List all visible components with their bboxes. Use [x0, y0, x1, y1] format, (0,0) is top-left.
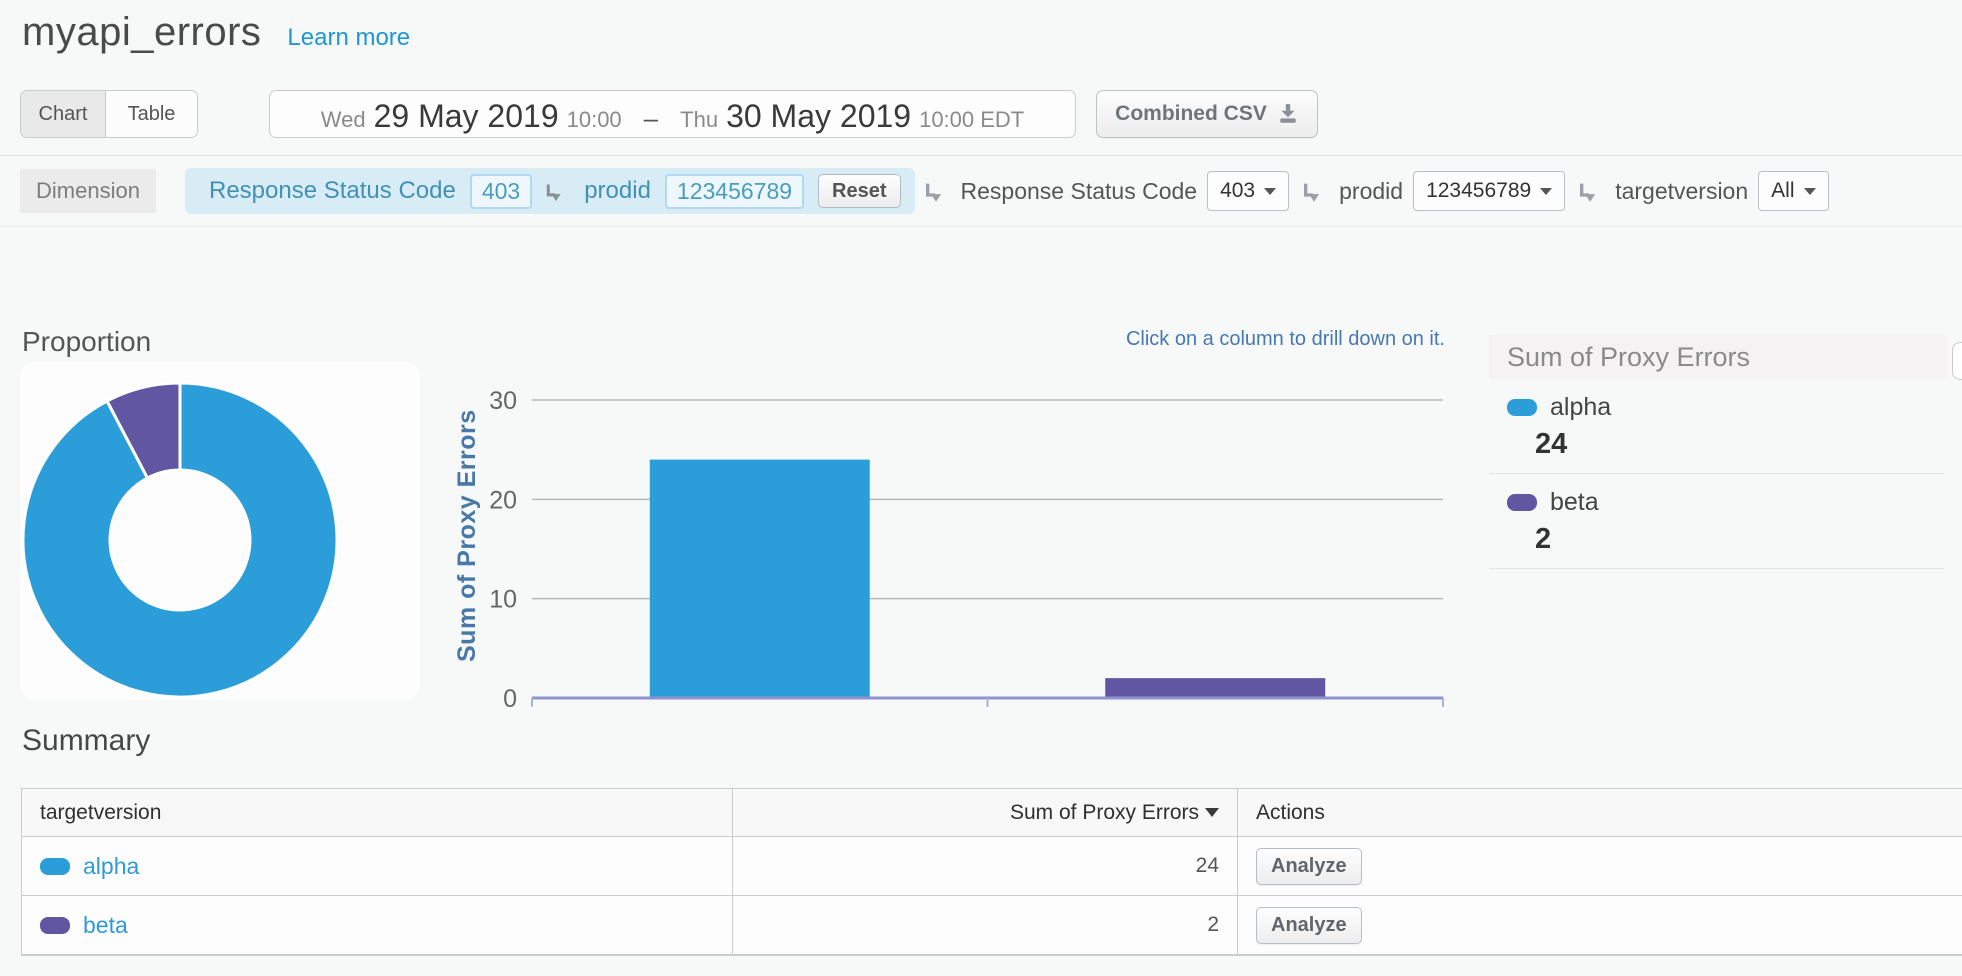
analyze-button-beta[interactable]: Analyze: [1256, 907, 1362, 944]
view-toggle: Chart Table: [20, 90, 198, 138]
drilldown-arrow-icon: [1301, 181, 1325, 205]
legend-divider: [1489, 568, 1944, 569]
download-icon: [1277, 103, 1299, 125]
dimension-name-prodid: prodid: [1339, 178, 1403, 205]
legend-label: beta: [1550, 488, 1599, 517]
learn-more-link[interactable]: Learn more: [287, 24, 410, 52]
legend-panel: Sum of Proxy Errors alpha 24 beta 2: [1489, 335, 1962, 569]
dimension-select-status-code[interactable]: 403: [1207, 171, 1289, 211]
start-weekday: Wed: [321, 107, 366, 133]
y-tick-label: 30: [489, 387, 517, 415]
legend-item-beta: beta: [1507, 488, 1962, 517]
dimension-label: Dimension: [20, 169, 156, 213]
proportion-title: Proportion: [22, 326, 151, 358]
legend-title: Sum of Proxy Errors: [1489, 335, 1947, 379]
breadcrumb-filter1-value[interactable]: 403: [470, 174, 532, 209]
date-range-picker[interactable]: Wed 29 May 2019 10:00 – Thu 30 May 2019 …: [269, 90, 1076, 138]
tab-chart[interactable]: Chart: [21, 91, 105, 137]
y-tick-label: 20: [489, 486, 517, 514]
dimension-select-prodid[interactable]: 123456789: [1413, 171, 1565, 211]
table-header-row: targetversion Sum of Proxy Errors Action…: [22, 789, 1962, 837]
drilldown-hint: Click on a column to drill down on it.: [1002, 328, 1445, 351]
summary-title: Summary: [22, 724, 150, 758]
end-date: 30 May 2019: [726, 98, 911, 135]
bar-alpha[interactable]: [650, 460, 870, 698]
row-link-beta[interactable]: beta: [83, 912, 128, 939]
analytics-dashboard: myapi_errors Learn more Chart Table Wed …: [0, 0, 1962, 976]
selected-value: 403: [1220, 179, 1255, 203]
donut-chart: [20, 362, 420, 700]
table-row-beta: beta 2 Analyze: [22, 896, 1962, 955]
drilldown-arrow-icon: [544, 182, 566, 204]
toolbar: Chart Table Wed 29 May 2019 10:00 – Thu …: [20, 90, 1942, 138]
y-tick-label: 0: [503, 685, 517, 710]
start-date: 29 May 2019: [374, 98, 559, 135]
end-time: 10:00 EDT: [919, 107, 1024, 133]
date-separator: –: [644, 103, 658, 134]
selected-value: 123456789: [1426, 179, 1531, 203]
targetversion-cell: beta: [22, 896, 733, 954]
dimension-divider: [0, 226, 1962, 227]
filter-breadcrumb: Response Status Code 403 prodid 12345678…: [185, 168, 915, 214]
y-tick-label: 10: [489, 586, 517, 614]
chevron-down-icon: [1264, 188, 1276, 195]
column-header-targetversion: targetversion: [22, 789, 733, 836]
reset-button[interactable]: Reset: [818, 174, 900, 208]
bar-beta[interactable]: [1105, 678, 1325, 698]
beta-swatch: [1507, 494, 1537, 511]
csv-button-label: Combined CSV: [1115, 102, 1267, 126]
chevron-down-icon: [1804, 188, 1816, 195]
analyze-button-alpha[interactable]: Analyze: [1256, 848, 1362, 885]
dimension-name-targetversion: targetversion: [1615, 178, 1748, 205]
chevron-down-icon: [1540, 188, 1552, 195]
bar-chart-area: 0 10 20 30 Sum of Proxy Errors: [455, 330, 1445, 710]
summary-table: targetversion Sum of Proxy Errors Action…: [21, 788, 1962, 956]
start-time: 10:00: [567, 107, 622, 133]
alpha-swatch: [1507, 399, 1537, 416]
breadcrumb-filter2-value[interactable]: 123456789: [665, 174, 804, 209]
column-header-label: Sum of Proxy Errors: [1010, 801, 1199, 825]
proportion-donut-panel: [20, 362, 420, 700]
column-header-sum-proxy-errors[interactable]: Sum of Proxy Errors: [733, 789, 1238, 836]
dimension-select-targetversion[interactable]: All: [1758, 171, 1828, 211]
alpha-swatch: [40, 858, 70, 875]
combined-csv-button[interactable]: Combined CSV: [1096, 90, 1318, 138]
tab-table[interactable]: Table: [105, 91, 197, 137]
sum-cell: 24: [733, 837, 1238, 895]
legend-value: 2: [1535, 523, 1962, 556]
drilldown-arrow-icon: [1577, 181, 1601, 205]
dimension-bar: Dimension Response Status Code 403 prodi…: [20, 168, 1833, 214]
sum-cell: 2: [733, 896, 1238, 954]
page-header: myapi_errors Learn more: [22, 10, 410, 55]
legend-item-alpha: alpha: [1507, 393, 1962, 422]
breadcrumb-filter2-name: prodid: [584, 177, 651, 205]
end-weekday: Thu: [680, 107, 718, 133]
bar-chart[interactable]: 0 10 20 30 Sum of Proxy Errors: [455, 330, 1445, 710]
y-axis-label: Sum of Proxy Errors: [455, 409, 481, 662]
toolbar-divider: [0, 155, 1962, 156]
page-title: myapi_errors: [22, 10, 261, 55]
table-row-alpha: alpha 24 Analyze: [22, 837, 1962, 896]
panel-edge-button[interactable]: [1952, 342, 1962, 380]
beta-swatch: [40, 917, 70, 934]
actions-cell: Analyze: [1238, 837, 1962, 895]
selected-value: All: [1771, 179, 1794, 203]
dimension-name-status-code: Response Status Code: [961, 178, 1198, 205]
sort-desc-icon: [1205, 808, 1219, 817]
column-header-actions: Actions: [1238, 789, 1962, 836]
targetversion-cell: alpha: [22, 837, 733, 895]
legend-divider: [1489, 473, 1944, 474]
actions-cell: Analyze: [1238, 896, 1962, 954]
breadcrumb-filter1-name: Response Status Code: [209, 177, 456, 205]
legend-value: 24: [1535, 428, 1962, 461]
legend-label: alpha: [1550, 393, 1611, 422]
drilldown-arrow-icon: [923, 181, 947, 205]
row-link-alpha[interactable]: alpha: [83, 853, 139, 880]
